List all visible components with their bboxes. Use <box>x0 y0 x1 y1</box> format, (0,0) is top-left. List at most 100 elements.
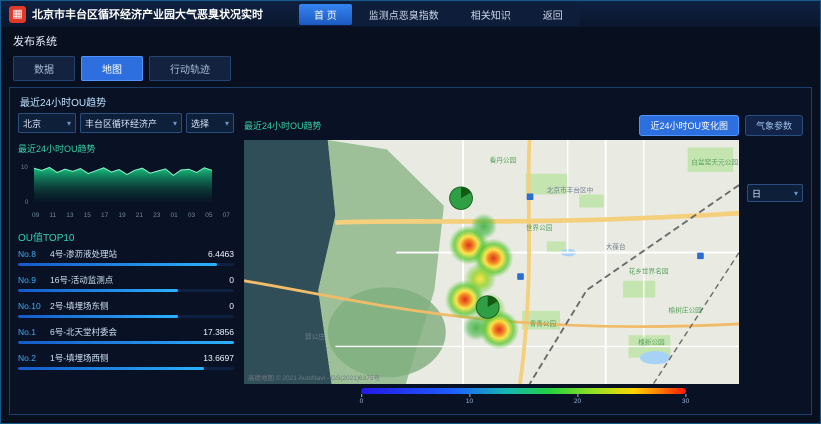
legend-tick: 10 <box>466 394 473 405</box>
top10-row: No.16号-北天堂村委会 17.3856 <box>18 326 234 344</box>
top10-rank: No.1 <box>18 327 50 337</box>
interval-select-value: 日 <box>752 187 761 200</box>
top10-rank: No.10 <box>18 301 50 311</box>
x-tick-label: 07 <box>223 212 230 219</box>
x-tick-label: 13 <box>66 212 73 219</box>
x-tick-label: 17 <box>101 212 108 219</box>
top10-bar <box>18 367 234 370</box>
top10-value: 6.4463 <box>208 249 234 259</box>
site-select-value: 选择 <box>191 117 209 130</box>
city-select-value: 北京 <box>23 117 41 130</box>
map-side-gutter: 日 ▾ <box>747 140 803 384</box>
top10-row: No.84号-渗沥液处理站6.4463 <box>18 248 234 266</box>
map-svg: 看丹公园 白盆窑天元公园北京市丰台区中大葆台 世界公园花乡世界名园榆树庄公园槐新公园… <box>244 140 739 384</box>
nav-item[interactable]: 监测点恶臭指数 <box>354 4 454 25</box>
x-tick-label: 23 <box>153 212 160 219</box>
y-axis-min-label: 0 <box>25 200 29 206</box>
map-place-label: 花乡世界名园 <box>629 266 669 275</box>
interval-select[interactable]: 日 ▾ <box>747 184 803 202</box>
heat-legend: 0102030 <box>361 388 685 404</box>
nav-item[interactable]: 首 页 <box>299 4 352 25</box>
nav-item[interactable]: 相关知识 <box>456 4 526 25</box>
district-select[interactable]: 丰台区循环经济产 ▾ <box>80 113 182 133</box>
top10-value: 17.3856 <box>203 327 234 337</box>
x-tick-label: 09 <box>32 212 39 219</box>
site-select[interactable]: 选择 ▾ <box>186 113 234 133</box>
y-axis-max-label: 10 <box>21 165 28 171</box>
top10-row: No.21号-填埋场西侧 13.6697 <box>18 352 234 370</box>
heat-legend-gradient <box>361 388 685 394</box>
map-place-label: 白盆窑天元公园 <box>691 157 738 166</box>
x-axis-labels: 091113151719212301030507 <box>18 211 234 219</box>
x-tick-label: 05 <box>205 212 212 219</box>
top10-bar <box>18 341 234 344</box>
left-chart-title: 最近24小时OU趋势 <box>18 142 234 155</box>
publish-system-label: 发布系统 <box>13 36 57 48</box>
top10-row: No.102号-填埋场东侧 0 <box>18 300 234 318</box>
map-place-label: 青青公园 <box>530 319 557 328</box>
trend-chart-canvas: 10 0 <box>18 158 216 206</box>
top10-value: 0 <box>229 275 234 285</box>
map-attribution: 高德地图 © 2021 AutoNavi - GS(2021)6375号 <box>248 372 380 382</box>
top10-bar <box>18 263 234 266</box>
chevron-down-icon: ▾ <box>173 119 177 128</box>
top10-name: 2号-填埋场东侧 <box>50 300 223 312</box>
top10-name: 6号-北天堂村委会 <box>50 326 197 338</box>
trend-chart: 10 0 <box>18 158 234 211</box>
app-window: ▦ 北京市丰台区循环经济产业园大气恶臭状况实时 首 页监测点恶臭指数相关知识返回… <box>0 0 821 424</box>
map-place-label: 榆树庄公园 <box>669 306 703 315</box>
district-select-value: 丰台区循环经济产 <box>85 117 157 130</box>
top10-rank: No.8 <box>18 249 50 259</box>
top10-bar <box>18 289 234 292</box>
map-section-title: 最近24小时OU趋势 <box>244 119 322 132</box>
map-header-buttons: 近24小时OU变化图 气象参数 <box>639 115 803 136</box>
x-tick-label: 15 <box>84 212 91 219</box>
heat-blob-green <box>471 213 498 239</box>
ou-change-chart-button[interactable]: 近24小时OU变化图 <box>639 115 739 136</box>
legend-tick: 20 <box>574 394 581 405</box>
x-tick-label: 19 <box>118 212 125 219</box>
top10-value: 13.6697 <box>203 353 234 363</box>
top10-name: 1号-填埋场西侧 <box>50 352 197 364</box>
top10-row: No.916号-活动监测点0 <box>18 274 234 292</box>
right-column: 最近24小时OU趋势 近24小时OU变化图 气象参数 <box>244 113 803 408</box>
map-place-label: 看丹公园 <box>490 157 517 165</box>
tab-地图[interactable]: 地图 <box>81 56 143 81</box>
main-nav: 首 页监测点恶臭指数相关知识返回 <box>297 3 580 26</box>
app-title: 北京市丰台区循环经济产业园大气恶臭状况实时 <box>32 6 263 22</box>
map-row: 看丹公园 白盆窑天元公园北京市丰台区中大葆台 世界公园花乡世界名园榆树庄公园槐新公园… <box>244 140 803 384</box>
map-place-label: 大葆台 <box>606 242 626 251</box>
map-place-label: 世界公园 <box>526 223 553 232</box>
legend-tick: 0 <box>360 394 364 405</box>
panel-title: 最近24小时OU趋势 <box>10 88 811 113</box>
top10-rank: No.9 <box>18 275 50 285</box>
tab-数据[interactable]: 数据 <box>13 56 75 81</box>
map-place-label: 北京市丰台区中 <box>547 186 594 195</box>
app-logo-icon: ▦ <box>9 6 26 23</box>
top10-value: 0 <box>229 301 234 311</box>
x-tick-label: 11 <box>49 212 56 219</box>
left-column: 北京 ▾ 丰台区循环经济产 ▾ 选择 ▾ 最近24小时OU趋势 <box>18 113 234 408</box>
top10-rank: No.2 <box>18 353 50 363</box>
tab-行动轨迹[interactable]: 行动轨迹 <box>149 56 231 81</box>
view-tabs: 数据地图行动轨迹 <box>1 52 820 85</box>
top10-bar <box>18 315 234 318</box>
top10-list: No.84号-渗沥液处理站6.4463No.916号-活动监测点0No.102号… <box>18 248 234 378</box>
map-place-label: 槐新公园 <box>638 338 665 347</box>
main-panel: 最近24小时OU趋势 北京 ▾ 丰台区循环经济产 ▾ 选择 ▾ <box>9 87 812 415</box>
weather-params-button[interactable]: 气象参数 <box>745 115 803 136</box>
map-header: 最近24小时OU趋势 近24小时OU变化图 气象参数 <box>244 115 803 136</box>
map-canvas[interactable]: 看丹公园 白盆窑天元公园北京市丰台区中大葆台 世界公园花乡世界名园榆树庄公园槐新公园… <box>244 140 739 384</box>
panel-body: 北京 ▾ 丰台区循环经济产 ▾ 选择 ▾ 最近24小时OU趋势 <box>10 113 811 414</box>
map-place-label: 郭公庄 <box>305 332 325 341</box>
x-tick-label: 01 <box>171 212 178 219</box>
nav-item[interactable]: 返回 <box>528 4 578 25</box>
chevron-down-icon: ▾ <box>225 119 229 128</box>
top-header: ▦ 北京市丰台区循环经济产业园大气恶臭状况实时 首 页监测点恶臭指数相关知识返回 <box>1 1 820 27</box>
city-select[interactable]: 北京 ▾ <box>18 113 76 133</box>
chevron-down-icon: ▾ <box>67 119 71 128</box>
x-tick-label: 21 <box>136 212 143 219</box>
top10-title: OU值TOP10 <box>18 229 234 244</box>
legend-row: 0 10 20 30 <box>244 384 803 408</box>
legend-tick: 30 <box>682 394 689 405</box>
